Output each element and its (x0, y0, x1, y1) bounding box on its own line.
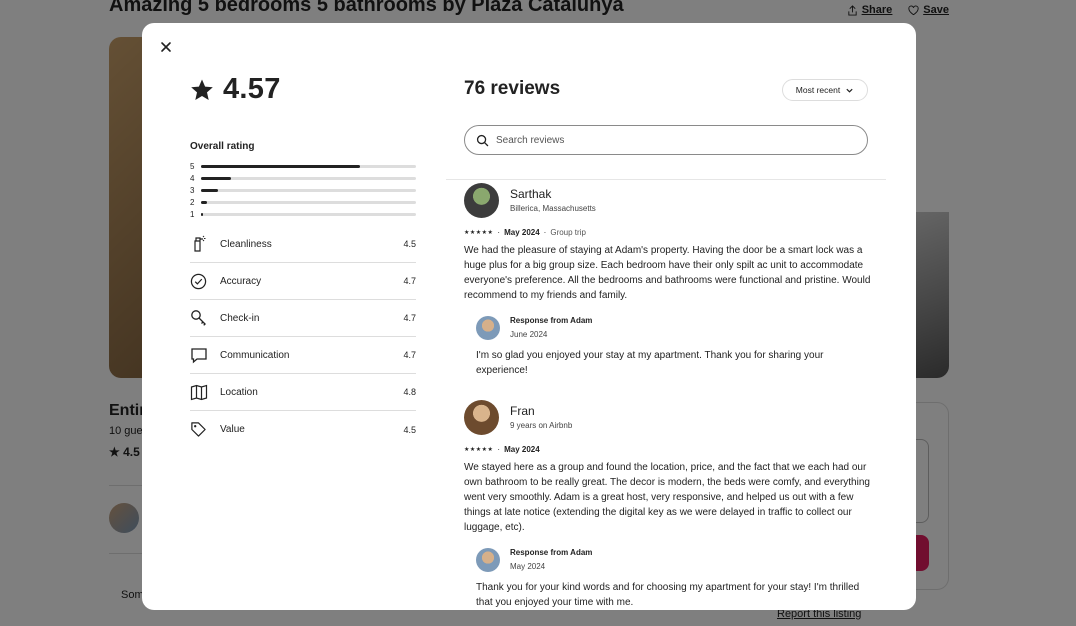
rating-bar-row: 1 (190, 208, 416, 220)
rating-bar-fill (201, 164, 361, 168)
review-stars: ★★★★★ (464, 230, 494, 236)
review-date: May 2024 (504, 228, 540, 237)
reviews-divider (446, 179, 886, 180)
response-date: June 2024 (510, 330, 548, 339)
reviewer-name[interactable]: Sarthak (510, 187, 551, 201)
rating-bar-label: 4 (190, 173, 195, 183)
category-row-accuracy: Accuracy 4.7 (190, 263, 416, 300)
spray-bottle-icon (190, 235, 220, 253)
check-circle-icon (190, 273, 220, 290)
rating-bar-track (201, 176, 416, 180)
review-meta: ★★★★★ · May 2024 (464, 445, 540, 454)
review-date: May 2024 (504, 445, 540, 454)
rating-bar-row: 5 (190, 160, 416, 172)
sort-dropdown[interactable]: Most recent (782, 79, 868, 101)
meta-separator: · (497, 445, 501, 454)
rating-bar-track (201, 164, 416, 168)
rating-bar-row: 4 (190, 172, 416, 184)
reviewer-name[interactable]: Fran (510, 404, 535, 418)
reviews-count: 76 reviews (464, 78, 561, 99)
reviewer-location: 9 years on Airbnb (510, 421, 573, 430)
response-from: Response from Adam (510, 548, 593, 557)
review-text: We stayed here as a group and found the … (464, 462, 870, 533)
review-meta: ★★★★★ · May 2024 · Group trip (464, 228, 586, 237)
review-text: We had the pleasure of staying at Adam's… (464, 245, 871, 301)
review-stars: ★★★★★ (464, 447, 494, 453)
meta-separator: · (497, 228, 501, 237)
reviews-modal: 4.57 Overall rating 5 4 3 2 1 Cleanliness 4.5… (142, 23, 916, 610)
category-label: Communication (220, 349, 290, 361)
category-value: 4.5 (403, 424, 416, 435)
response-from: Response from Adam (510, 316, 593, 325)
close-button[interactable] (158, 39, 174, 55)
category-value: 4.7 (403, 276, 416, 286)
category-value: 4.5 (403, 239, 416, 249)
rating-bar-track (201, 200, 416, 204)
chevron-down-icon (846, 88, 853, 93)
category-label: Accuracy (220, 275, 262, 287)
category-value: 4.7 (403, 313, 416, 323)
host-avatar[interactable] (476, 548, 500, 572)
response-text: I'm so glad you enjoyed your stay at my … (476, 350, 824, 376)
map-icon (190, 384, 220, 401)
rating-bar-track (201, 188, 416, 192)
category-value: 4.7 (403, 350, 416, 360)
category-row-cleanliness: Cleanliness 4.5 (190, 226, 416, 263)
tag-icon (190, 421, 220, 438)
search-reviews (464, 125, 868, 155)
review-trip-type: Group trip (550, 228, 586, 237)
search-icon (476, 134, 489, 146)
category-label: Location (220, 386, 258, 398)
reviewer-avatar[interactable] (464, 400, 499, 435)
rating-bar-row: 3 (190, 184, 416, 196)
category-label: Check-in (220, 312, 260, 324)
key-icon (190, 309, 220, 327)
category-row-location: Location 4.8 (190, 374, 416, 411)
close-icon (161, 42, 171, 52)
rating-bar-fill (201, 176, 232, 180)
reviewer-location: Billerica, Massachusetts (510, 204, 596, 213)
rating-bar-label: 2 (190, 197, 195, 207)
category-row-check-in: Check-in 4.7 (190, 300, 416, 337)
rating-bar-track (201, 212, 416, 216)
rating-bar-label: 1 (190, 209, 195, 219)
category-value: 4.8 (403, 387, 416, 397)
star-icon (191, 79, 213, 100)
response-date: May 2024 (510, 562, 546, 571)
category-row-value: Value 4.5 (190, 411, 416, 448)
meta-separator: · (543, 228, 547, 237)
rating-bar-label: 5 (190, 161, 195, 171)
category-label: Value (220, 424, 245, 435)
rating-bar-fill (201, 188, 219, 192)
rating-bar-label: 3 (190, 185, 195, 195)
category-ratings: Cleanliness 4.5 Accuracy 4.7 Check-in 4.7 Comm… (190, 226, 416, 448)
rating-bar-fill (201, 200, 208, 204)
reviewer-avatar[interactable] (464, 183, 499, 218)
rating-distribution: 5 4 3 2 1 (190, 160, 416, 220)
category-row-communication: Communication 4.7 (190, 337, 416, 374)
search-input[interactable] (496, 134, 846, 146)
category-label: Cleanliness (220, 238, 272, 250)
rating-bar-row: 2 (190, 196, 416, 208)
overall-score: 4.57 (190, 73, 281, 106)
sort-label: Most recent (795, 85, 841, 95)
response-text: Thank you for your kind words and for ch… (476, 582, 860, 608)
chat-bubble-icon (190, 347, 220, 364)
overall-score-value: 4.57 (223, 73, 281, 105)
host-avatar[interactable] (476, 316, 500, 340)
overall-rating-label: Overall rating (190, 141, 255, 152)
rating-bar-fill (201, 212, 204, 216)
